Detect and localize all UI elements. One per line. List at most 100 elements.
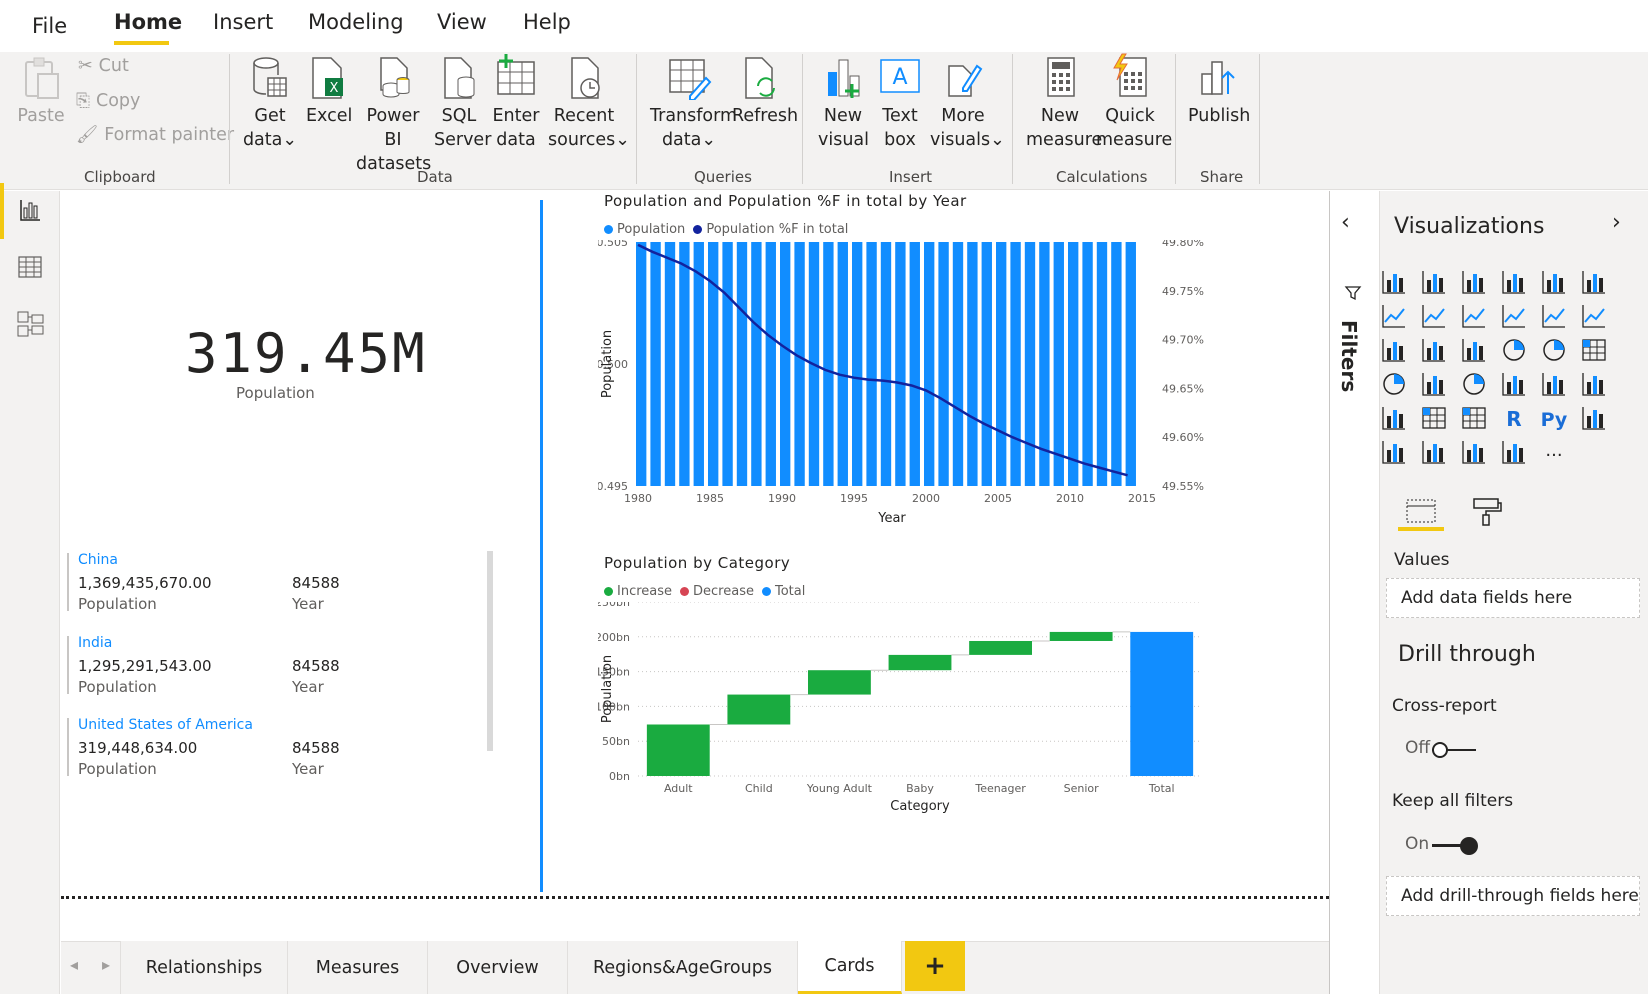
r-visual-icon[interactable]: R [1500,404,1528,432]
excel-button[interactable]: X Excel [306,56,352,128]
new-visual-label: New [823,106,863,126]
icon-bar [1559,380,1563,394]
keep-filters-toggle[interactable] [1432,836,1480,856]
expand-chevron-icon[interactable]: › [1612,210,1621,235]
cross-report-toggle[interactable] [1432,740,1480,760]
clustered-column-icon[interactable] [1500,268,1528,296]
filters-pane[interactable] [1329,191,1377,994]
area-chart-icon[interactable] [1420,302,1448,330]
new-measure-button[interactable]: New measure [1026,56,1102,152]
sql-server-button[interactable]: SQL Server [434,56,491,152]
data-view-icon[interactable] [18,256,42,278]
new-visual-button[interactable]: New visual [818,56,869,152]
stacked-area-icon[interactable] [1460,302,1488,330]
python-visual-icon[interactable]: Py [1540,404,1568,432]
waterfall-bar [808,670,871,695]
menu-view[interactable]: View [437,10,487,34]
waterfall-chart[interactable]: 250bn200bn150bn100bn50bn0bnAdult Child You… [598,602,1258,842]
combo-chart[interactable]: 0.5050.5000.49549.80%49.75%49.70%49.65%4… [598,240,1218,550]
icon-fill [1554,340,1564,350]
100-column-icon[interactable] [1580,268,1608,296]
card-label: Population [236,384,315,402]
cut-button[interactable]: ✂ Cut [78,56,129,76]
funnel-icon[interactable] [1420,336,1448,364]
copy-button[interactable]: ⎘ Copy [76,91,140,111]
slicer-icon[interactable] [1380,404,1408,432]
icon-bar [1547,382,1551,394]
tab-scroll-right-icon[interactable]: ▸ [102,955,110,974]
tab-relationships[interactable]: Relationships [120,941,288,994]
scatter-icon[interactable] [1460,336,1488,364]
map-icon[interactable] [1380,370,1408,398]
line-stacked-column-icon[interactable] [1540,302,1568,330]
menu-insert[interactable]: Insert [213,10,273,34]
menu-modeling[interactable]: Modeling [308,10,404,34]
paste-button[interactable]: Paste [16,56,66,128]
text-box-button[interactable]: A Text box [876,56,924,152]
tab-overview[interactable]: Overview [428,941,568,994]
line-column-icon[interactable] [1500,302,1528,330]
filled-map-icon[interactable] [1420,370,1448,398]
transform-data-button[interactable]: Transform data⌄ [650,56,737,152]
power-apps-icon[interactable] [1500,438,1528,466]
multirow-card-icon[interactable] [1540,370,1568,398]
menu-help[interactable]: Help [523,10,571,34]
icon-bar [1599,414,1603,428]
insert-group-label: Insert [889,168,933,186]
get-data-button[interactable]: Get data⌄ [242,56,298,152]
enter-data-button[interactable]: Enter data [492,52,540,152]
model-view-icon[interactable] [17,311,45,337]
format-painter-button[interactable]: 🖌 Format painter [76,125,234,145]
table-icon[interactable] [1420,404,1448,432]
card-icon[interactable] [1500,370,1528,398]
treemap-icon[interactable] [1580,336,1608,364]
publish-button[interactable]: Publish [1188,56,1250,128]
stacked-bar-icon[interactable] [1380,268,1408,296]
y2-tick-label: 49.75% [1162,285,1204,298]
add-page-button[interactable]: + [905,941,965,991]
tab-scroll-left-icon[interactable]: ◂ [70,955,78,974]
line-chart-icon[interactable] [1380,302,1408,330]
paint-roller-icon[interactable] [1470,497,1504,527]
icon-bar [1507,450,1511,462]
key-influencers-icon[interactable] [1580,404,1608,432]
multirow-scrollbar[interactable] [487,551,493,751]
multirow-value-label: Population [78,760,157,778]
icon-bar [1433,342,1437,360]
menu-home[interactable]: Home [114,10,182,34]
decomposition-tree-icon[interactable] [1380,438,1408,466]
kpi-icon[interactable] [1580,370,1608,398]
icon-bar [1507,382,1511,394]
paginated-icon[interactable] [1460,438,1488,466]
bar [650,242,661,486]
drill-through-well[interactable]: Add drill-through fields here [1386,876,1640,916]
legend-dot [693,225,703,234]
separator [802,54,803,184]
report-view-icon[interactable] [18,198,42,222]
tab-regions-agegroups[interactable]: Regions&AgeGroups [568,941,798,994]
more-visuals-label-2: visuals [930,130,991,150]
fields-tab[interactable] [1398,497,1444,531]
quick-measure-button[interactable]: Quick measure [1096,52,1172,152]
collapse-chevron-icon[interactable]: ‹ [1341,210,1350,235]
x-tick-label: Teenager [974,782,1026,795]
recent-sources-button[interactable]: Recent sources⌄ [548,56,630,152]
more-visuals-icon[interactable]: ... [1540,438,1568,466]
clustered-bar-icon[interactable] [1460,268,1488,296]
matrix-icon[interactable] [1460,404,1488,432]
tab-cards[interactable]: Cards [798,941,902,994]
tab-measures[interactable]: Measures [288,941,428,994]
100-bar-icon[interactable] [1540,268,1568,296]
ribbon-chart-icon[interactable] [1580,302,1608,330]
power-bi-datasets-button[interactable]: Power BI datasets [356,56,431,176]
qna-icon[interactable] [1420,438,1448,466]
donut-icon[interactable] [1540,336,1568,364]
values-well[interactable]: Add data fields here [1386,578,1640,618]
waterfall-icon[interactable] [1380,336,1408,364]
refresh-button[interactable]: Refresh [732,56,798,128]
pie-icon[interactable] [1500,336,1528,364]
more-visuals-button[interactable]: More visuals⌄ [930,56,1005,152]
menu-file[interactable]: File [32,14,67,38]
stacked-column-icon[interactable] [1420,268,1448,296]
gauge-icon[interactable] [1460,370,1488,398]
